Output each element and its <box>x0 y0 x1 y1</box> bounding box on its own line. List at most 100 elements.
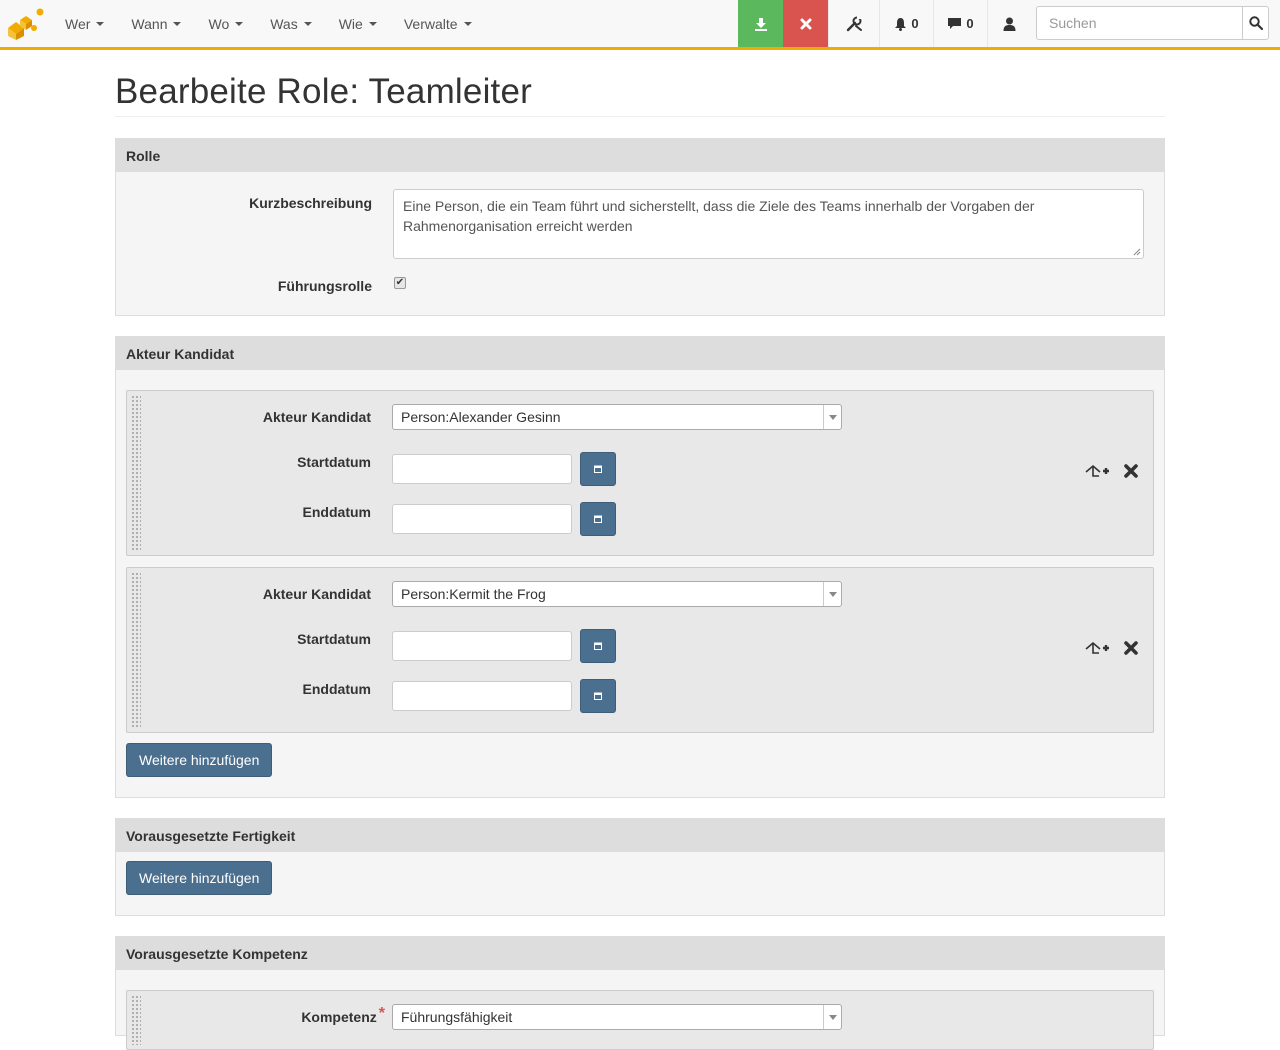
panel-akteur-heading: Akteur Kandidat <box>116 337 1164 370</box>
panel-rolle-heading: Rolle <box>116 139 1164 172</box>
search-button[interactable] <box>1242 7 1268 39</box>
caret-down-icon <box>96 21 105 26</box>
kompetenz-label: Kompetenz <box>301 1009 377 1025</box>
kompetenz-row: Kompetenz * Führungsfähigkeit <box>126 990 1154 1050</box>
save-button[interactable] <box>738 0 783 47</box>
notifications-count: 0 <box>911 16 919 31</box>
panel-rolle: Rolle Kurzbeschreibung Eine Person, die … <box>115 138 1165 316</box>
akteur-add-button[interactable]: Weitere hinzufügen <box>126 743 273 777</box>
panel-akteur-kandidat: Akteur Kandidat Akteur Kandidat Person:A… <box>115 336 1165 798</box>
startdatum-input[interactable] <box>392 454 572 484</box>
panel-kompetenz-heading: Vorausgesetzte Kompetenz <box>116 937 1164 970</box>
messages-count: 0 <box>966 16 974 31</box>
menu-wer-label: Wer <box>65 15 91 32</box>
resize-grip-icon[interactable] <box>1133 248 1141 256</box>
menu-wo-label: Wo <box>208 15 230 32</box>
checkmark-icon: ✔ <box>395 277 405 288</box>
menu-wie-label: Wie <box>338 15 363 32</box>
title-divider <box>115 116 1165 117</box>
remove-row-button[interactable] <box>1121 461 1141 481</box>
akteur-kandidat-value: Person:Alexander Gesinn <box>401 409 561 425</box>
menu-verwalte-label: Verwalte <box>403 15 458 32</box>
menu-wie[interactable]: Wie <box>326 0 391 47</box>
panel-fertigkeit-heading: Vorausgesetzte Fertigkeit <box>116 819 1164 852</box>
user-icon <box>1003 17 1016 31</box>
startdatum-calendar-button[interactable] <box>580 452 616 486</box>
user-menu-button[interactable] <box>987 0 1031 47</box>
top-navbar: Wer Wann Wo Was Wie Verwalte 0 0 Suchen <box>0 0 1280 50</box>
menu-wer[interactable]: Wer <box>52 0 118 47</box>
akteur-kandidat-select[interactable]: Person:Alexander Gesinn <box>392 404 842 430</box>
startdatum-calendar-button[interactable] <box>580 629 616 663</box>
search-icon <box>1248 16 1263 30</box>
akteur-row: Akteur Kandidat Person:Kermit the Frog S… <box>126 567 1154 733</box>
insert-row-button[interactable] <box>1083 638 1111 658</box>
kompetenz-value: Führungsfähigkeit <box>401 1009 513 1025</box>
calendar-icon <box>594 465 602 473</box>
wrench-icon <box>846 15 862 31</box>
cancel-button[interactable] <box>783 0 828 47</box>
enddatum-label: Enddatum <box>302 681 371 697</box>
enddatum-calendar-button[interactable] <box>580 679 616 713</box>
remove-icon <box>1124 464 1138 478</box>
enddatum-label: Enddatum <box>302 504 371 520</box>
fuehrungsrolle-label: Führungsrolle <box>277 278 372 294</box>
panel-kompetenz: Vorausgesetzte Kompetenz Kompetenz * Führ… <box>115 936 1165 1050</box>
enddatum-input[interactable] <box>392 504 572 534</box>
calendar-icon <box>594 642 602 650</box>
messages-button[interactable]: 0 <box>933 0 987 47</box>
startdatum-label: Startdatum <box>297 454 371 470</box>
notifications-button[interactable]: 0 <box>879 0 933 47</box>
startdatum-label: Startdatum <box>297 631 371 647</box>
kurzbeschreibung-textarea[interactable]: Eine Person, die ein Team führt und sich… <box>393 189 1144 259</box>
akteur-kandidat-label: Akteur Kandidat <box>262 586 371 602</box>
caret-down-icon <box>303 21 312 26</box>
menu-wo[interactable]: Wo <box>195 0 257 47</box>
panel-fertigkeit: Vorausgesetzte Fertigkeit Weitere hinzuf… <box>115 818 1165 916</box>
required-star-icon: * <box>378 1005 385 1022</box>
remove-icon <box>1124 641 1138 655</box>
menu-wann-label: Wann <box>131 15 168 32</box>
insert-above-icon <box>1085 641 1109 654</box>
menu-was[interactable]: Was <box>257 0 325 47</box>
bell-icon <box>895 17 907 31</box>
insert-row-button[interactable] <box>1083 461 1111 481</box>
akteur-kandidat-label: Akteur Kandidat <box>262 409 371 425</box>
enddatum-calendar-button[interactable] <box>580 502 616 536</box>
startdatum-input[interactable] <box>392 631 572 661</box>
menu-verwalte[interactable]: Verwalte <box>391 0 486 47</box>
tools-button[interactable] <box>828 0 879 47</box>
remove-row-button[interactable] <box>1121 638 1141 658</box>
logo-icon[interactable] <box>4 6 48 40</box>
comment-icon <box>948 18 962 29</box>
download-icon <box>754 17 767 31</box>
calendar-icon <box>594 692 602 700</box>
caret-down-icon <box>173 21 182 26</box>
akteur-kandidat-select[interactable]: Person:Kermit the Frog <box>392 581 842 607</box>
close-icon <box>800 18 811 29</box>
dropdown-arrow-icon <box>823 582 841 606</box>
insert-above-icon <box>1085 464 1109 477</box>
menu-was-label: Was <box>270 15 298 32</box>
kompetenz-label-wrap: Kompetenz * <box>127 1005 385 1027</box>
caret-down-icon <box>463 21 472 26</box>
fertigkeit-add-button[interactable]: Weitere hinzufügen <box>126 861 273 895</box>
dropdown-arrow-icon <box>823 405 841 429</box>
dropdown-arrow-icon <box>823 1005 841 1029</box>
search-box <box>1036 6 1269 40</box>
menu-wann[interactable]: Wann <box>118 0 195 47</box>
kompetenz-select[interactable]: Führungsfähigkeit <box>392 1004 842 1030</box>
kurzbeschreibung-label: Kurzbeschreibung <box>249 195 372 211</box>
kurzbeschreibung-value: Eine Person, die ein Team führt und sich… <box>403 198 1035 234</box>
caret-down-icon <box>368 21 377 26</box>
akteur-kandidat-value: Person:Kermit the Frog <box>401 586 546 602</box>
search-input[interactable] <box>1037 7 1242 39</box>
page-title: Bearbeite Role: Teamleiter <box>115 72 532 111</box>
navbar-actions: 0 0 <box>738 0 1031 47</box>
enddatum-input[interactable] <box>392 681 572 711</box>
fuehrungsrolle-checkbox[interactable]: ✔ <box>394 277 406 289</box>
main-menu: Wer Wann Wo Was Wie Verwalte <box>52 0 486 47</box>
calendar-icon <box>594 515 602 523</box>
caret-down-icon <box>235 21 244 26</box>
akteur-row: Akteur Kandidat Person:Alexander Gesinn … <box>126 390 1154 556</box>
